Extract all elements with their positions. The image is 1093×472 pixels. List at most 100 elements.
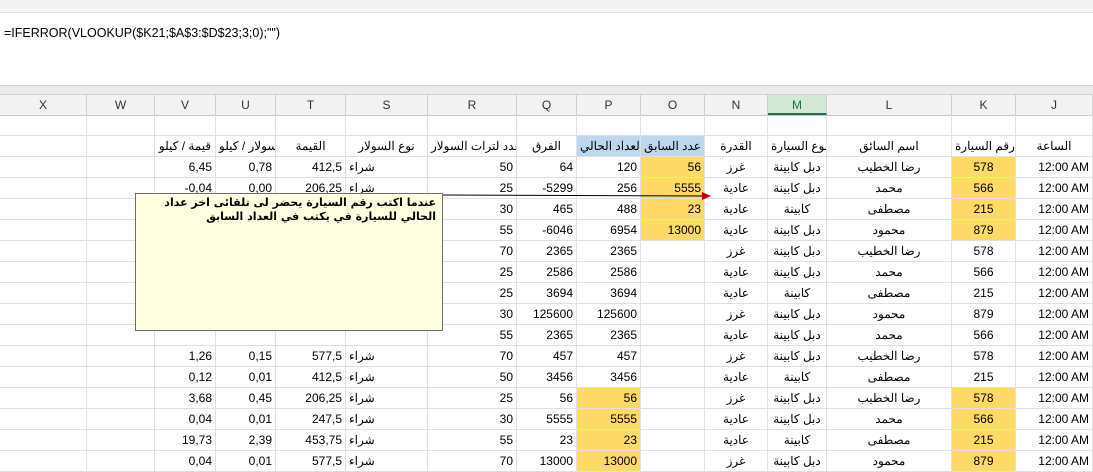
table-cell-p[interactable]: 56 bbox=[577, 388, 641, 409]
table-cell-j[interactable]: 12:00 AM bbox=[1016, 388, 1093, 409]
table-cell-w[interactable] bbox=[87, 409, 155, 430]
table-cell-x[interactable] bbox=[0, 178, 87, 199]
table-cell-s[interactable]: شراء bbox=[346, 409, 428, 430]
table-cell-n[interactable]: عادية bbox=[705, 199, 768, 220]
table-cell-n[interactable]: غرز bbox=[705, 304, 768, 325]
table-cell-r[interactable]: 70 bbox=[428, 346, 517, 367]
column-header-r[interactable]: R bbox=[428, 95, 517, 115]
table-cell-n[interactable]: عادية bbox=[705, 283, 768, 304]
table-cell-t[interactable]: 412,5 bbox=[276, 367, 346, 388]
table-cell-m[interactable]: دبل كابينة bbox=[768, 178, 827, 199]
table-cell-j[interactable]: 12:00 AM bbox=[1016, 178, 1093, 199]
table-cell-p[interactable]: 6954 bbox=[577, 220, 641, 241]
cell-empty[interactable] bbox=[0, 115, 87, 136]
table-cell-m[interactable]: دبل كابينة bbox=[768, 451, 827, 472]
table-cell-l[interactable]: رضا الخطيب bbox=[827, 241, 952, 262]
table-cell-x[interactable] bbox=[0, 409, 87, 430]
table-cell-v[interactable]: 1,26 bbox=[155, 346, 216, 367]
table-cell-l[interactable]: مصطفى bbox=[827, 367, 952, 388]
column-header-p[interactable]: P bbox=[577, 95, 641, 115]
table-cell-k[interactable]: 215 bbox=[952, 199, 1016, 220]
table-cell-n[interactable]: غرز bbox=[705, 241, 768, 262]
cell-empty[interactable] bbox=[87, 115, 155, 136]
table-cell-x[interactable] bbox=[0, 388, 87, 409]
table-cell-x[interactable] bbox=[0, 157, 87, 178]
table-cell-l[interactable]: رضا الخطيب bbox=[827, 388, 952, 409]
table-cell-x[interactable] bbox=[0, 262, 87, 283]
header-cell-n[interactable]: القدرة bbox=[705, 136, 768, 157]
table-cell-o[interactable] bbox=[641, 241, 705, 262]
table-cell-x[interactable] bbox=[0, 451, 87, 472]
table-cell-l[interactable]: مصطفى bbox=[827, 283, 952, 304]
table-cell-o[interactable] bbox=[641, 325, 705, 346]
table-cell-m[interactable]: دبل كابينة bbox=[768, 304, 827, 325]
table-cell-q[interactable]: 2365 bbox=[517, 241, 577, 262]
table-cell-r[interactable]: 50 bbox=[428, 367, 517, 388]
table-cell-k[interactable]: 566 bbox=[952, 262, 1016, 283]
table-cell-w[interactable] bbox=[87, 430, 155, 451]
table-cell-o[interactable] bbox=[641, 346, 705, 367]
table-cell-k[interactable]: 215 bbox=[952, 430, 1016, 451]
table-cell-p[interactable]: 488 bbox=[577, 199, 641, 220]
table-cell-j[interactable]: 12:00 AM bbox=[1016, 346, 1093, 367]
table-cell-k[interactable]: 578 bbox=[952, 346, 1016, 367]
header-cell-l[interactable]: اسم السائق bbox=[827, 136, 952, 157]
cell-empty[interactable] bbox=[346, 115, 428, 136]
table-cell-r[interactable]: 25 bbox=[428, 388, 517, 409]
table-cell-p[interactable]: 23 bbox=[577, 430, 641, 451]
table-cell-q[interactable]: 2586 bbox=[517, 262, 577, 283]
table-cell-q[interactable]: -5299 bbox=[517, 178, 577, 199]
cell-empty[interactable] bbox=[705, 115, 768, 136]
header-cell-m[interactable]: نوع السيارة bbox=[768, 136, 827, 157]
table-cell-l[interactable]: محمد bbox=[827, 325, 952, 346]
table-cell-r[interactable]: 30 bbox=[428, 409, 517, 430]
table-cell-n[interactable]: عادية bbox=[705, 262, 768, 283]
table-cell-p[interactable]: 2586 bbox=[577, 262, 641, 283]
table-cell-o[interactable] bbox=[641, 388, 705, 409]
table-cell-k[interactable]: 879 bbox=[952, 304, 1016, 325]
table-cell-w[interactable] bbox=[87, 157, 155, 178]
cell-empty[interactable] bbox=[276, 115, 346, 136]
table-cell-q[interactable]: -6046 bbox=[517, 220, 577, 241]
formula-bar[interactable]: =IFERROR(VLOOKUP($K21;$A$3:$D$23;3;0);""… bbox=[0, 13, 1093, 86]
table-cell-l[interactable]: مصطفى bbox=[827, 199, 952, 220]
cell-empty[interactable] bbox=[517, 115, 577, 136]
table-cell-w[interactable] bbox=[87, 451, 155, 472]
table-cell-v[interactable]: 3,68 bbox=[155, 388, 216, 409]
table-cell-o[interactable] bbox=[641, 262, 705, 283]
table-cell-p[interactable]: 256 bbox=[577, 178, 641, 199]
table-cell-q[interactable]: 3456 bbox=[517, 367, 577, 388]
table-cell-o[interactable] bbox=[641, 367, 705, 388]
table-cell-m[interactable]: دبل كابينة bbox=[768, 262, 827, 283]
table-cell-p[interactable]: 3456 bbox=[577, 367, 641, 388]
cell-empty[interactable] bbox=[827, 115, 952, 136]
table-cell-n[interactable]: غرز bbox=[705, 388, 768, 409]
table-cell-q[interactable]: 3694 bbox=[517, 283, 577, 304]
cell-empty[interactable] bbox=[216, 115, 276, 136]
table-cell-j[interactable]: 12:00 AM bbox=[1016, 367, 1093, 388]
table-cell-j[interactable]: 12:00 AM bbox=[1016, 430, 1093, 451]
column-header-x[interactable]: X bbox=[0, 95, 87, 115]
table-cell-m[interactable]: دبل كابينة bbox=[768, 325, 827, 346]
table-cell-t[interactable]: 577,5 bbox=[276, 451, 346, 472]
table-cell-o[interactable]: 5555 bbox=[641, 178, 705, 199]
table-cell-u[interactable]: 0,15 bbox=[216, 346, 276, 367]
table-cell-m[interactable]: كابينة bbox=[768, 199, 827, 220]
table-cell-k[interactable]: 566 bbox=[952, 178, 1016, 199]
table-cell-t[interactable]: 453,75 bbox=[276, 430, 346, 451]
table-cell-k[interactable]: 578 bbox=[952, 241, 1016, 262]
table-cell-m[interactable]: دبل كابينة bbox=[768, 388, 827, 409]
table-cell-q[interactable]: 2365 bbox=[517, 325, 577, 346]
table-cell-s[interactable]: شراء bbox=[346, 430, 428, 451]
column-header-q[interactable]: Q bbox=[517, 95, 577, 115]
table-cell-w[interactable] bbox=[87, 367, 155, 388]
header-cell-s[interactable]: نوع السولار bbox=[346, 136, 428, 157]
table-cell-w[interactable] bbox=[87, 388, 155, 409]
header-cell-q[interactable]: الفرق bbox=[517, 136, 577, 157]
table-cell-s[interactable]: شراء bbox=[346, 388, 428, 409]
table-cell-j[interactable]: 12:00 AM bbox=[1016, 262, 1093, 283]
table-cell-m[interactable]: دبل كابينة bbox=[768, 346, 827, 367]
table-cell-j[interactable]: 12:00 AM bbox=[1016, 157, 1093, 178]
table-cell-l[interactable]: محمود bbox=[827, 304, 952, 325]
table-cell-x[interactable] bbox=[0, 283, 87, 304]
